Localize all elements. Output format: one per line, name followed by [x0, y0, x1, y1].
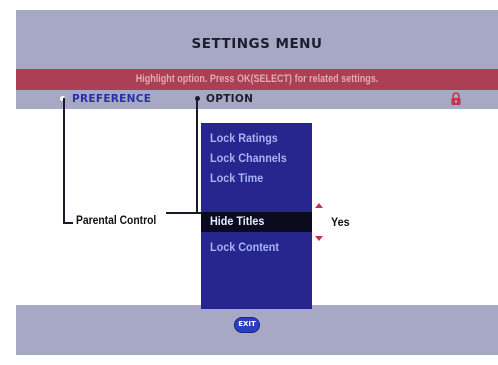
lock-icon	[451, 92, 461, 105]
option-label: Hide Titles	[210, 214, 265, 228]
option-item-lock-time[interactable]: Lock Time	[201, 169, 312, 189]
option-label: Lock Time	[210, 171, 264, 185]
option-connector-vertical	[196, 98, 198, 214]
option-item-lock-content[interactable]: Lock Content	[201, 238, 312, 258]
menu-title: SETTINGS MENU	[191, 36, 323, 52]
preference-column-label: PREFERENCE	[72, 93, 152, 105]
option-label: Lock Ratings	[210, 131, 278, 145]
option-column-label: OPTION	[206, 93, 254, 105]
option-label: Lock Channels	[210, 151, 287, 165]
preference-connector-horizontal	[63, 222, 73, 224]
option-item-lock-ratings[interactable]: Lock Ratings	[201, 129, 312, 149]
option-item-hide-titles[interactable]: Hide Titles	[201, 212, 312, 232]
content-area: Parental Control Lock Ratings Lock Chann…	[16, 98, 498, 309]
arrow-up-icon[interactable]	[315, 203, 323, 208]
preference-connector-vertical	[63, 98, 65, 224]
exit-button[interactable]: EXIT	[234, 317, 260, 333]
arrow-down-icon[interactable]	[315, 236, 323, 241]
preference-item-parental-control[interactable]: Parental Control	[76, 213, 156, 227]
option-connector-horizontal	[166, 212, 201, 214]
settings-menu-panel: SETTINGS MENU Highlight option. Press OK…	[16, 10, 498, 355]
tv-screen: SETTINGS MENU Highlight option. Press OK…	[0, 0, 498, 365]
option-list: Lock Ratings Lock Channels Lock Time Hid…	[201, 123, 312, 309]
hint-text: Highlight option. Press OK(SELECT) for r…	[135, 73, 379, 85]
exit-label: EXIT	[238, 320, 256, 328]
option-label: Lock Content	[210, 240, 280, 254]
setting-value[interactable]: Yes	[331, 215, 350, 229]
option-item-lock-channels[interactable]: Lock Channels	[201, 149, 312, 169]
column-header: PREFERENCE OPTION	[16, 90, 498, 109]
hint-bar: Highlight option. Press OK(SELECT) for r…	[16, 69, 498, 90]
